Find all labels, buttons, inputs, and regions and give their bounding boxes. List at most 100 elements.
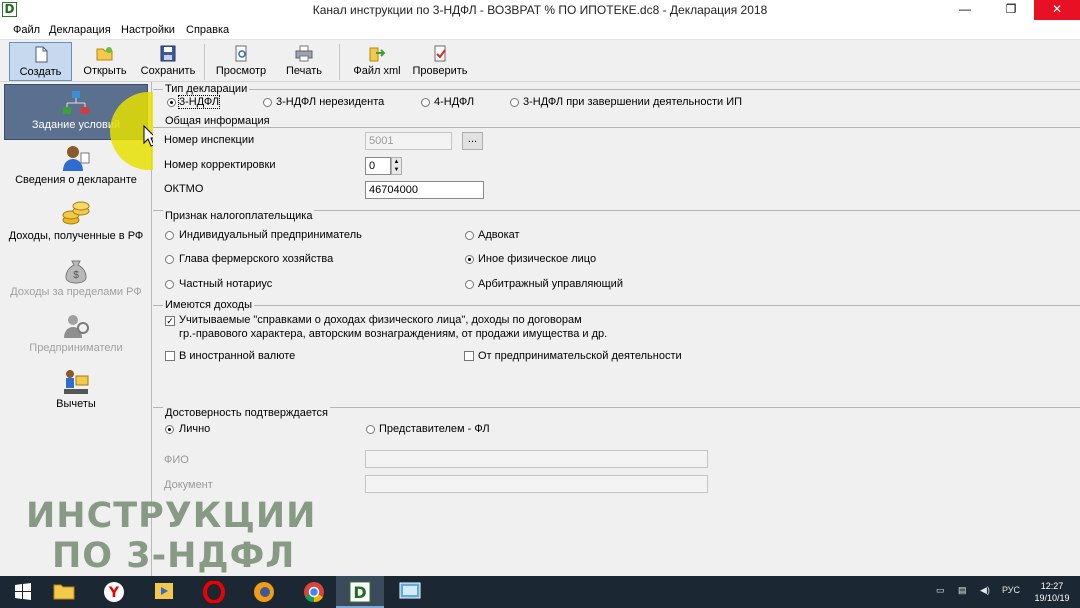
menu-help[interactable]: Справка	[186, 24, 229, 36]
window-title: Канал инструкции по 3-НДФЛ - ВОЗВРАТ % П…	[312, 3, 768, 17]
inspection-browse-button[interactable]: ...	[462, 132, 483, 150]
certified-incomes-label: Учитываемые "справками о доходах физичес…	[179, 314, 582, 326]
radio-4ndfl-label: 4-НДФЛ	[434, 96, 475, 108]
foreign-currency-checkbox[interactable]	[165, 351, 175, 361]
svg-text:$: $	[73, 270, 79, 281]
radio-3ndfl-ip-closing[interactable]	[510, 98, 519, 107]
radio-farm-head-label: Глава фермерского хозяйства	[179, 253, 334, 265]
channel-watermark: ИНСТРУКЦИИ ПО 3-НДФЛ	[0, 496, 315, 576]
firefox-icon	[254, 582, 274, 602]
open-folder-icon	[96, 47, 113, 61]
radio-representative[interactable]	[366, 425, 375, 434]
radio-4ndfl[interactable]	[421, 98, 430, 107]
taskbar-screen-app[interactable]	[386, 576, 434, 608]
sidebar-item-entrepreneurs[interactable]: Предприниматели	[4, 308, 148, 364]
fio-field[interactable]	[365, 450, 708, 468]
clock-date: 19/10/19	[1034, 593, 1070, 603]
menu-declaration[interactable]: Декларация	[49, 24, 111, 36]
document-field[interactable]	[365, 475, 708, 493]
preview-icon	[235, 45, 247, 62]
toolbar-divider	[339, 44, 340, 80]
conditions-icon	[63, 91, 89, 114]
taskbar-firefox[interactable]	[240, 576, 288, 608]
money-bag-icon: $	[65, 260, 87, 284]
open-button[interactable]: Открыть	[76, 42, 134, 81]
menu-settings[interactable]: Настройки	[121, 24, 175, 36]
coins-icon	[62, 201, 90, 225]
deductions-icon	[64, 370, 89, 394]
radio-arbitration-manager[interactable]	[465, 280, 474, 289]
close-button[interactable]: ✕	[1034, 0, 1080, 20]
stepper-down-icon[interactable]: ▼	[392, 166, 401, 174]
sidebar-item-deductions[interactable]: Вычеты	[4, 364, 148, 420]
radio-arbitration-manager-label: Арбитражный управляющий	[478, 278, 623, 290]
xml-file-button[interactable]: Файл xml	[348, 42, 406, 81]
entrepreneur-icon	[64, 315, 89, 338]
stepper-up-icon[interactable]: ▲	[392, 158, 401, 166]
battery-icon[interactable]: ▭	[936, 585, 945, 596]
preview-button[interactable]: Просмотр	[209, 42, 273, 81]
clock-time: 12:27	[1040, 581, 1064, 591]
svg-text:Y: Y	[108, 585, 120, 601]
taskbar: Y D ▭ ▤ ◀) РУС 12:27 19/10/19	[0, 576, 1080, 608]
oktmo-field[interactable]: 46704000	[365, 181, 484, 199]
printer-icon	[295, 45, 313, 62]
group-divider	[153, 89, 1080, 90]
taskbar-clock[interactable]: 12:27 19/10/19	[1030, 580, 1074, 604]
save-button[interactable]: Сохранить	[136, 42, 200, 81]
network-icon[interactable]: ▤	[958, 585, 967, 596]
volume-icon[interactable]: ◀)	[980, 585, 990, 596]
radio-lawyer[interactable]	[465, 231, 474, 240]
taskbar-chrome[interactable]	[290, 576, 338, 608]
minimize-button[interactable]: —	[942, 0, 988, 20]
inspection-number-field[interactable]: 5001	[365, 132, 452, 150]
taskbar-declaration-app[interactable]: D	[336, 576, 384, 608]
general-info-title: Общая информация	[163, 115, 272, 127]
taskbar-explorer[interactable]	[40, 576, 88, 608]
certified-incomes-checkbox[interactable]: ✓	[165, 316, 175, 326]
person-icon	[63, 146, 90, 171]
radio-3ndfl[interactable]	[167, 98, 176, 107]
radio-personally[interactable]	[165, 425, 174, 434]
radio-individual-entrepreneur[interactable]	[165, 231, 174, 240]
radio-farm-head[interactable]	[165, 255, 174, 264]
screen-capture-icon	[399, 582, 421, 599]
print-button[interactable]: Печать	[278, 42, 330, 81]
folder-icon	[53, 584, 75, 600]
xml-export-icon	[369, 47, 386, 62]
language-indicator[interactable]: РУС	[1002, 585, 1020, 595]
radio-notary[interactable]	[165, 280, 174, 289]
radio-3ndfl-nonresident[interactable]	[263, 98, 272, 107]
taskbar-media[interactable]	[140, 576, 188, 608]
radio-individual-entrepreneur-label: Индивидуальный предприниматель	[179, 229, 362, 241]
sidebar-item-income-abroad[interactable]: $ Доходы за пределами РФ	[4, 252, 148, 308]
correction-number-field[interactable]: 0	[365, 157, 391, 175]
radio-notary-label: Частный нотариус	[179, 278, 273, 290]
radio-other-individual-label: Иное физическое лицо	[478, 253, 597, 265]
taskbar-opera[interactable]	[190, 576, 238, 608]
business-income-checkbox[interactable]	[464, 351, 474, 361]
title-bar: D Канал инструкции по 3-НДФЛ - ВОЗВРАТ %…	[0, 0, 1080, 20]
create-button[interactable]: Создать	[9, 42, 72, 81]
floppy-disk-icon	[160, 45, 176, 62]
maximize-button[interactable]: ❐	[988, 0, 1034, 20]
check-document-icon	[434, 45, 446, 62]
fio-label: ФИО	[164, 454, 189, 466]
check-button[interactable]: Проверить	[408, 42, 472, 81]
menu-bar: Файл Декларация Настройки Справка	[0, 20, 1080, 40]
reliability-title: Достоверность подтверждается	[163, 407, 330, 419]
taskbar-yandex[interactable]: Y	[90, 576, 138, 608]
sidebar-item-income-rf[interactable]: Доходы, полученные в РФ	[4, 196, 148, 252]
watermark-line-1: ИНСТРУКЦИИ	[26, 496, 317, 536]
menu-file[interactable]: Файл	[13, 24, 40, 36]
oktmo-label: ОКТМО	[164, 183, 204, 195]
document-label: Документ	[164, 479, 213, 491]
radio-representative-label: Представителем - ФЛ	[379, 423, 490, 435]
svg-text:D: D	[353, 583, 366, 602]
radio-other-individual[interactable]	[465, 255, 474, 264]
radio-3ndfl-label: 3-НДФЛ	[177, 95, 221, 109]
media-player-icon	[155, 583, 173, 599]
correction-number-label: Номер корректировки	[164, 159, 276, 171]
correction-stepper[interactable]: ▲ ▼	[391, 157, 402, 175]
toolbar-divider	[204, 44, 205, 80]
